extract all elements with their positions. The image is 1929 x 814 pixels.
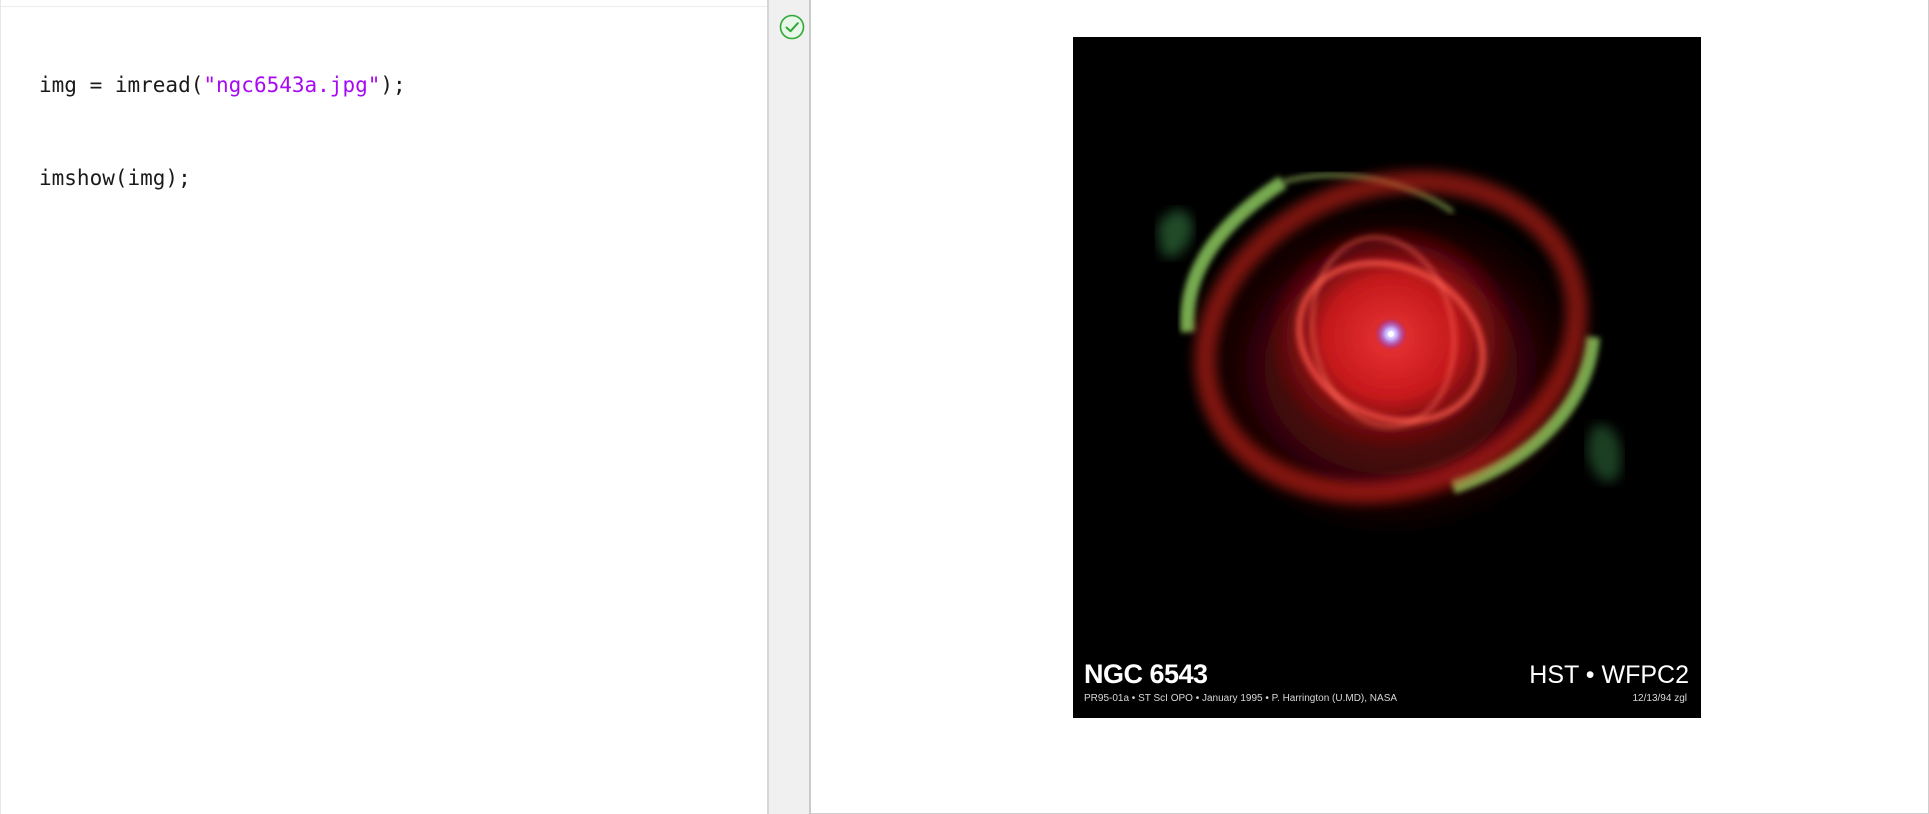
code-area[interactable]: img = imread("ngc6543a.jpg"); imshow(img… (39, 8, 406, 256)
code-line-1-string: "ngc6543a.jpg" (203, 73, 381, 97)
code-line-2-text: imshow(img); (39, 166, 191, 190)
figure-output-pane: NGC 6543 HST • WFPC2 PR95-01a • ST ScI O… (811, 0, 1929, 814)
code-line-1[interactable]: img = imread("ngc6543a.jpg"); (39, 70, 406, 101)
image-caption-title: NGC 6543 (1084, 659, 1208, 689)
code-line-1-text: img = imread( (39, 73, 204, 97)
nebula-graphic (1158, 170, 1622, 542)
check-circle-icon[interactable] (779, 14, 805, 40)
code-line-1-end: ); (380, 73, 406, 97)
image-caption-instrument: HST • WFPC2 (1529, 661, 1689, 689)
code-analyzer-gutter (767, 0, 809, 814)
image-caption-credit: PR95-01a • ST ScI OPO • January 1995 • P… (1084, 693, 1398, 704)
editor-top-divider (1, 6, 767, 7)
nebula-image[interactable]: NGC 6543 HST • WFPC2 PR95-01a • ST ScI O… (1073, 37, 1701, 718)
code-line-2[interactable]: imshow(img); (39, 163, 406, 194)
image-caption-date: 12/13/94 zgl (1632, 693, 1688, 704)
code-editor[interactable]: img = imread("ngc6543a.jpg"); imshow(img… (0, 0, 767, 814)
